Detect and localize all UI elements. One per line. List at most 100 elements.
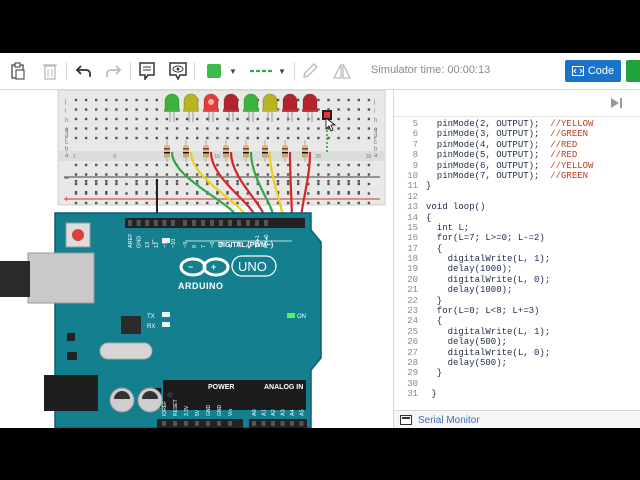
- code-text: for(L=0; L<8; L+=3): [426, 306, 540, 317]
- code-line[interactable]: 31 }: [394, 389, 640, 399]
- start-simulation-button[interactable]: [626, 60, 640, 82]
- visibility-icon[interactable]: [168, 60, 188, 82]
- pin-label: A0: [252, 409, 258, 416]
- code-text: }: [426, 368, 442, 378]
- row-letter: d: [65, 134, 68, 140]
- line-number: 18: [407, 254, 418, 265]
- pin-label: 8: [192, 245, 198, 248]
- pencil-icon[interactable]: [300, 60, 320, 82]
- redo-icon[interactable]: [104, 60, 124, 82]
- code-statement: pinMode(4, OUTPUT);: [426, 139, 551, 150]
- row-letter: h: [374, 118, 377, 124]
- step-debug-icon[interactable]: [610, 97, 624, 109]
- pin-label: 3.3V: [184, 405, 190, 416]
- pin-label: AREF: [128, 233, 134, 248]
- code-line[interactable]: 5 pinMode(2, OUTPUT); //YELLOW: [394, 119, 640, 129]
- code-comment: //GREEN: [550, 129, 589, 140]
- pin-label: ~6: [210, 242, 216, 248]
- line-number: 14: [407, 212, 418, 223]
- code-line[interactable]: 7 pinMode(4, OUTPUT); //RED: [394, 140, 640, 150]
- code-statement: digitalWrite(L, 0);: [426, 347, 551, 358]
- code-text: digitalWrite(L, 1);: [426, 254, 551, 264]
- svg-text:+: +: [211, 262, 216, 272]
- line-number: 13: [407, 202, 418, 213]
- code-line[interactable]: 15 int L;: [394, 223, 640, 233]
- code-text: {: [426, 316, 442, 326]
- usb-connector: [27, 252, 95, 304]
- code-line[interactable]: 6 pinMode(3, OUTPUT); //GREEN: [394, 129, 640, 139]
- monitor-icon: [400, 415, 412, 425]
- dropdown-icon: ▼: [229, 66, 237, 76]
- undo-icon[interactable]: [73, 60, 93, 82]
- pin-label: ~10: [171, 239, 177, 248]
- line-style-picker[interactable]: ▼: [246, 60, 290, 82]
- note-icon[interactable]: [137, 60, 157, 82]
- code-line[interactable]: 10 pinMode(7, OUTPUT); //GREEN: [394, 171, 640, 181]
- code-line[interactable]: 19 delay(1000);: [394, 264, 640, 274]
- code-text: int L;: [426, 223, 469, 233]
- code-line[interactable]: 30: [394, 379, 640, 389]
- code-line[interactable]: 28 delay(500);: [394, 358, 640, 368]
- pin-label: A5: [300, 409, 306, 416]
- clipboard-icon[interactable]: [8, 60, 28, 82]
- arduino-board[interactable]: AREF GND 13 12 ~11 ~10 ~9 8 7 ~6 ~5 4 ~3 2 TX▸1 RX◂0 DI…: [0, 212, 322, 428]
- line-number: 9: [412, 160, 418, 171]
- tx-label: TX: [147, 314, 155, 320]
- code-text: pinMode(5, OUTPUT); //RED: [426, 150, 577, 160]
- code-text: }: [426, 181, 431, 191]
- column-number: 5: [113, 154, 116, 160]
- code-line[interactable]: 23 for(L=0; L<8; L+=3): [394, 306, 640, 316]
- code-line[interactable]: 27 digitalWrite(L, 0);: [394, 348, 640, 358]
- code-line[interactable]: 13 void loop(): [394, 202, 640, 212]
- line-number: 28: [407, 357, 418, 368]
- simulator-screen: ▼ ▼ Simulator time: 00:00:13 Code j j i …: [0, 53, 640, 428]
- code-line[interactable]: 24 {: [394, 316, 640, 326]
- row-letter: i: [65, 109, 66, 115]
- code-statement: digitalWrite(L, 0);: [426, 274, 551, 285]
- code-editor[interactable]: 5 pinMode(2, OUTPUT); //YELLOW 6 pinMode(…: [394, 119, 640, 400]
- code-line[interactable]: 26 delay(500);: [394, 337, 640, 347]
- breadboard[interactable]: jjiihhggffeeddccbbaa 151015202530 − +: [57, 89, 386, 206]
- pin-label: 7: [201, 245, 207, 248]
- flip-icon[interactable]: [332, 60, 352, 82]
- code-line[interactable]: 20 digitalWrite(L, 0);: [394, 275, 640, 285]
- code-text: digitalWrite(L, 0);: [426, 274, 551, 285]
- code-line[interactable]: 17 {: [394, 244, 640, 254]
- code-line[interactable]: 25 digitalWrite(L, 1);: [394, 327, 640, 337]
- code-line[interactable]: 22 }: [394, 296, 640, 306]
- pin-label: RESET: [173, 399, 179, 416]
- code-statement: delay(500);: [426, 357, 508, 368]
- pin-label: A2: [271, 409, 277, 416]
- line-number: 12: [407, 191, 418, 202]
- color-picker[interactable]: ▼: [202, 60, 242, 82]
- row-letter: i: [374, 109, 375, 115]
- pin-label: 5V: [195, 409, 201, 416]
- code-line[interactable]: 8 pinMode(5, OUTPUT); //RED: [394, 150, 640, 160]
- color-swatch-icon: [207, 64, 222, 78]
- code-line[interactable]: 9 pinMode(6, OUTPUT); //YELLOW: [394, 161, 640, 171]
- code-button[interactable]: Code: [565, 60, 621, 82]
- code-text: }: [426, 296, 442, 306]
- row-letter: j: [64, 99, 66, 105]
- dropdown-icon: ▼: [278, 66, 286, 76]
- pin-label: GND: [217, 405, 223, 417]
- line-number: 23: [407, 306, 418, 317]
- line-number: 21: [407, 285, 418, 296]
- circuit-canvas[interactable]: jjiihhggffeeddccbbaa 151015202530 − +: [0, 89, 393, 428]
- trash-icon[interactable]: [40, 60, 60, 82]
- code-statement: pinMode(6, OUTPUT);: [426, 160, 551, 171]
- code-line[interactable]: 11}: [394, 181, 640, 191]
- code-line[interactable]: 29 }: [394, 368, 640, 378]
- code-line[interactable]: 12: [394, 192, 640, 202]
- code-line[interactable]: 16 for(L=7; L>=0; L-=2): [394, 233, 640, 243]
- code-statement: for(L=0; L<8; L+=3): [426, 306, 540, 317]
- toolbar: ▼ ▼ Simulator time: 00:00:13 Code: [0, 53, 640, 90]
- serial-monitor-bar[interactable]: Serial Monitor: [394, 410, 640, 428]
- line-number: 6: [412, 129, 418, 140]
- code-line[interactable]: 14 {: [394, 213, 640, 223]
- uno-label: UNO: [238, 259, 267, 274]
- pin-label: ~9: [183, 242, 189, 248]
- row-letter: d: [374, 134, 377, 140]
- code-line[interactable]: 18 digitalWrite(L, 1);: [394, 254, 640, 264]
- code-line[interactable]: 21 delay(1000);: [394, 285, 640, 295]
